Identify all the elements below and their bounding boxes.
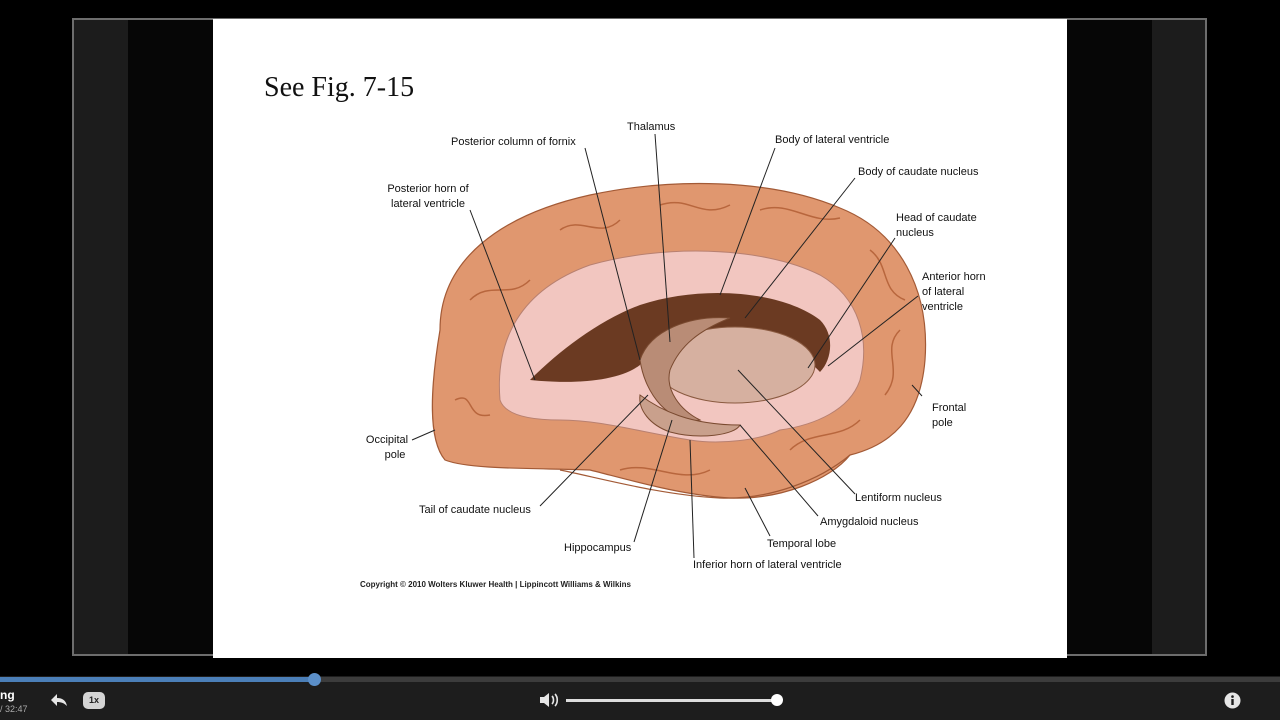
label-lentiform: Lentiform nucleus xyxy=(855,492,942,504)
copyright-notice: Copyright © 2010 Wolters Kluwer Health |… xyxy=(360,580,631,589)
label-thalamus: Thalamus xyxy=(627,121,676,133)
info-icon[interactable] xyxy=(1224,692,1241,714)
label-hippocampus: Hippocampus xyxy=(564,542,632,554)
playback-speed-button[interactable]: 1x xyxy=(83,692,105,709)
video-title: ng xyxy=(0,688,15,702)
label-head-caudate-line1: Head of caudate xyxy=(896,212,977,224)
label-occipital-pole: Occipital pole xyxy=(362,433,412,463)
brain-illustration xyxy=(411,133,927,559)
label-tail-caudate: Tail of caudate nucleus xyxy=(419,504,531,516)
volume-icon[interactable] xyxy=(539,692,559,713)
label-posterior-horn: Posterior horn of lateral ventricle xyxy=(383,182,473,212)
label-inferior-horn: Inferior horn of lateral ventricle xyxy=(693,559,842,571)
time-display: / 32:47 xyxy=(0,704,28,714)
label-head-caudate: Head of caudate nucleus xyxy=(896,211,977,241)
label-anterior-horn-line2: of lateral xyxy=(922,286,965,298)
label-occipital-pole-line2: pole xyxy=(384,449,406,461)
label-posterior-horn-line1: Posterior horn of xyxy=(387,183,469,195)
label-anterior-horn-line1: Anterior horn xyxy=(922,271,986,283)
label-frontal-pole-line1: Frontal xyxy=(932,402,967,414)
progress-handle[interactable] xyxy=(307,673,321,686)
volume-slider-handle[interactable] xyxy=(771,694,783,706)
label-head-caudate-line2: nucleus xyxy=(896,227,934,239)
label-frontal-pole-line2: pole xyxy=(932,417,953,429)
label-frontal-pole: Frontal pole xyxy=(932,401,966,431)
label-amygdaloid: Amygdaloid nucleus xyxy=(820,516,919,528)
label-posterior-column-fornix: Posterior column of fornix xyxy=(451,136,576,148)
volume-slider-track[interactable] xyxy=(566,699,777,702)
label-anterior-horn: Anterior horn of lateral ventricle xyxy=(922,270,986,315)
progress-fill xyxy=(0,677,314,682)
label-occipital-pole-line1: Occipital xyxy=(365,434,409,446)
label-body-caudate: Body of caudate nucleus xyxy=(858,166,979,178)
label-posterior-horn-line2: lateral ventricle xyxy=(391,198,465,210)
player-control-bar xyxy=(0,676,1280,720)
label-temporal-lobe: Temporal lobe xyxy=(767,538,837,550)
label-body-lateral-ventricle: Body of lateral ventricle xyxy=(775,134,890,146)
replay-icon[interactable] xyxy=(50,692,68,713)
label-anterior-horn-line3: ventricle xyxy=(922,301,963,313)
